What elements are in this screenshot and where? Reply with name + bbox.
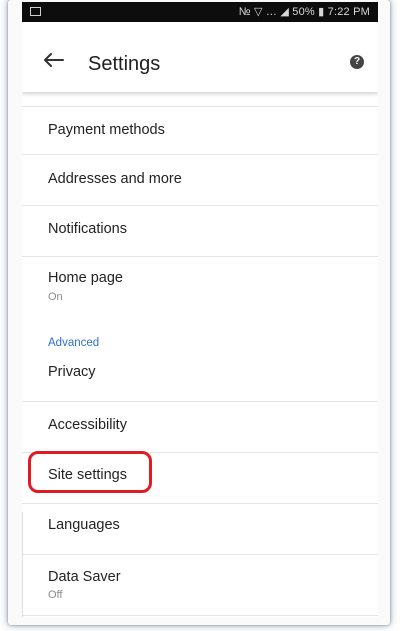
- divider: [22, 512, 23, 617]
- page-title: Settings: [88, 53, 161, 75]
- phone-screen: № ▽ … ◢ 50% ▮ 7:22 PM Settings ? Payment…: [22, 2, 378, 617]
- settings-item-label: Languages: [48, 517, 120, 533]
- settings-item-label: Home page: [48, 270, 123, 286]
- image-notification-icon: [30, 7, 41, 16]
- status-bar: № ▽ … ◢ 50% ▮ 7:22 PM: [22, 2, 378, 22]
- section-header-advanced: Advanced: [48, 337, 100, 349]
- photo-frame: № ▽ … ◢ 50% ▮ 7:22 PM Settings ? Payment…: [8, 0, 390, 625]
- settings-item-accessibility[interactable]: Accessibility: [22, 403, 378, 453]
- highlight-annotation: [28, 451, 152, 493]
- settings-item-label: Privacy: [48, 364, 96, 380]
- settings-item-data-saver[interactable]: Data Saver Off: [22, 556, 378, 616]
- settings-item-label: Addresses and more: [48, 171, 182, 187]
- settings-item-payment-methods[interactable]: Payment methods: [22, 107, 378, 155]
- status-bar-indicators: № ▽ … ◢ 50% ▮ 7:22 PM: [238, 6, 370, 18]
- settings-item-languages[interactable]: Languages: [22, 505, 378, 555]
- settings-item-sub: Off: [48, 589, 63, 601]
- settings-item-label: Payment methods: [48, 122, 165, 138]
- settings-item-sub: On: [48, 291, 63, 303]
- settings-item-addresses[interactable]: Addresses and more: [22, 156, 378, 206]
- settings-item-notifications[interactable]: Notifications: [22, 207, 378, 257]
- settings-item-home-page[interactable]: Home page On: [22, 258, 378, 324]
- settings-item-label: Accessibility: [48, 417, 127, 433]
- app-bar: Settings ?: [22, 22, 378, 92]
- settings-item-label: Notifications: [48, 221, 127, 237]
- arrow-back-icon[interactable]: [42, 52, 64, 68]
- settings-item-label: Data Saver: [48, 569, 121, 585]
- settings-item-privacy[interactable]: Privacy: [22, 352, 378, 402]
- help-icon[interactable]: ?: [350, 55, 364, 69]
